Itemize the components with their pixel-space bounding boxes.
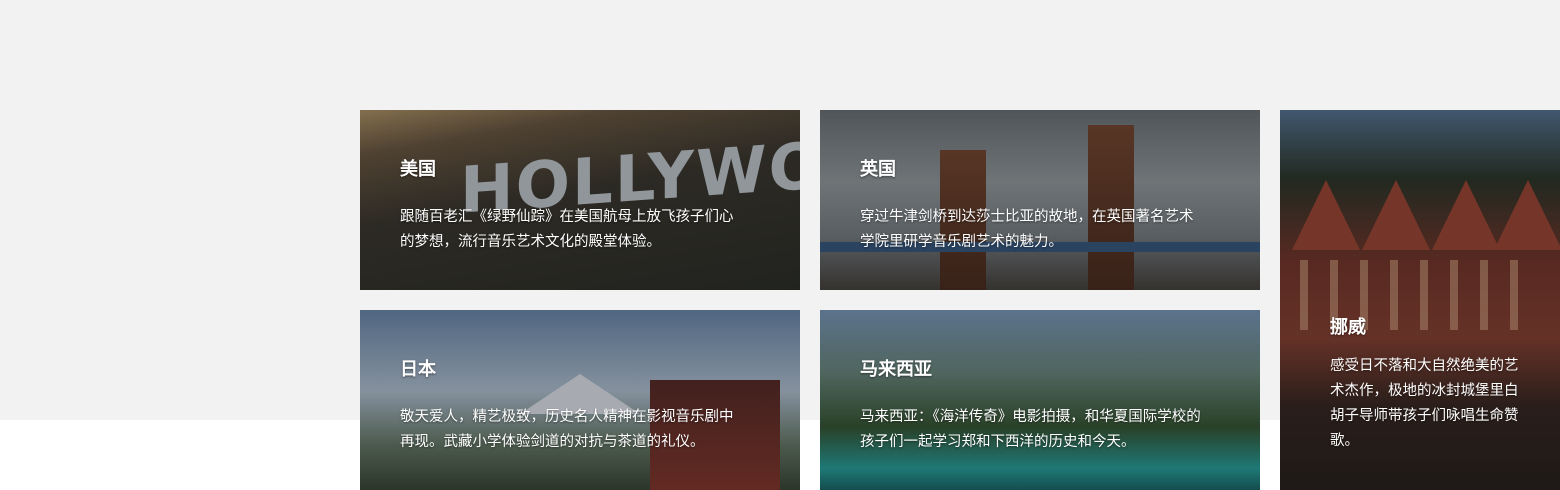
card-description: 感受日不落和大自然绝美的艺术杰作，极地的冰封城堡里白胡子导师带孩子们咏唱生命赞歌… [1330, 358, 1519, 449]
card-title: 美国 [400, 159, 436, 180]
card-description: 穿过牛津剑桥到达莎士比亚的故地，在英国著名艺术学院里研学音乐剧艺术的魅力。 [860, 209, 1194, 250]
card-description: 跟随百老汇《绿野仙踪》在美国航母上放飞孩子们心的梦想，流行音乐艺术文化的殿堂体验… [400, 209, 734, 250]
destination-card-japan[interactable]: 日本 敬天爱人，精艺极致，历史名人精神在影视音乐剧中再现。武藏小学体验剑道的对抗… [360, 310, 800, 490]
card-text: 马来西亚 马来西亚：《海洋传奇》电影拍摄，和华夏国际学校的孩子们一起学习郑和下西… [860, 358, 1205, 455]
card-title: 挪威 [1330, 317, 1366, 338]
card-title: 马来西亚 [860, 359, 932, 380]
card-title: 英国 [860, 159, 896, 180]
card-description: 敬天爱人，精艺极致，历史名人精神在影视音乐剧中再现。武藏小学体验剑道的对抗与茶道… [400, 409, 734, 450]
destination-card-malaysia[interactable]: 马来西亚 马来西亚：《海洋传奇》电影拍摄，和华夏国际学校的孩子们一起学习郑和下西… [820, 310, 1260, 490]
card-text: 美国 跟随百老汇《绿野仙踪》在美国航母上放飞孩子们心的梦想，流行音乐艺术文化的殿… [400, 158, 745, 255]
destination-card-uk[interactable]: 英国 穿过牛津剑桥到达莎士比亚的故地，在英国著名艺术学院里研学音乐剧艺术的魅力。 [820, 110, 1260, 290]
card-description: 马来西亚：《海洋传奇》电影拍摄，和华夏国际学校的孩子们一起学习郑和下西洋的历史和… [860, 409, 1201, 450]
card-text: 英国 穿过牛津剑桥到达莎士比亚的故地，在英国著名艺术学院里研学音乐剧艺术的魅力。 [860, 158, 1205, 255]
card-title: 日本 [400, 359, 436, 380]
destination-card-norway[interactable]: 挪威 感受日不落和大自然绝美的艺术杰作，极地的冰封城堡里白胡子导师带孩子们咏唱生… [1280, 110, 1560, 490]
card-text: 日本 敬天爱人，精艺极致，历史名人精神在影视音乐剧中再现。武藏小学体验剑道的对抗… [400, 358, 745, 455]
destination-card-usa[interactable]: HOLLYWOOD 美国 跟随百老汇《绿野仙踪》在美国航母上放飞孩子们心的梦想，… [360, 110, 800, 290]
card-text: 挪威 感受日不落和大自然绝美的艺术杰作，极地的冰封城堡里白胡子导师带孩子们咏唱生… [1330, 316, 1520, 454]
